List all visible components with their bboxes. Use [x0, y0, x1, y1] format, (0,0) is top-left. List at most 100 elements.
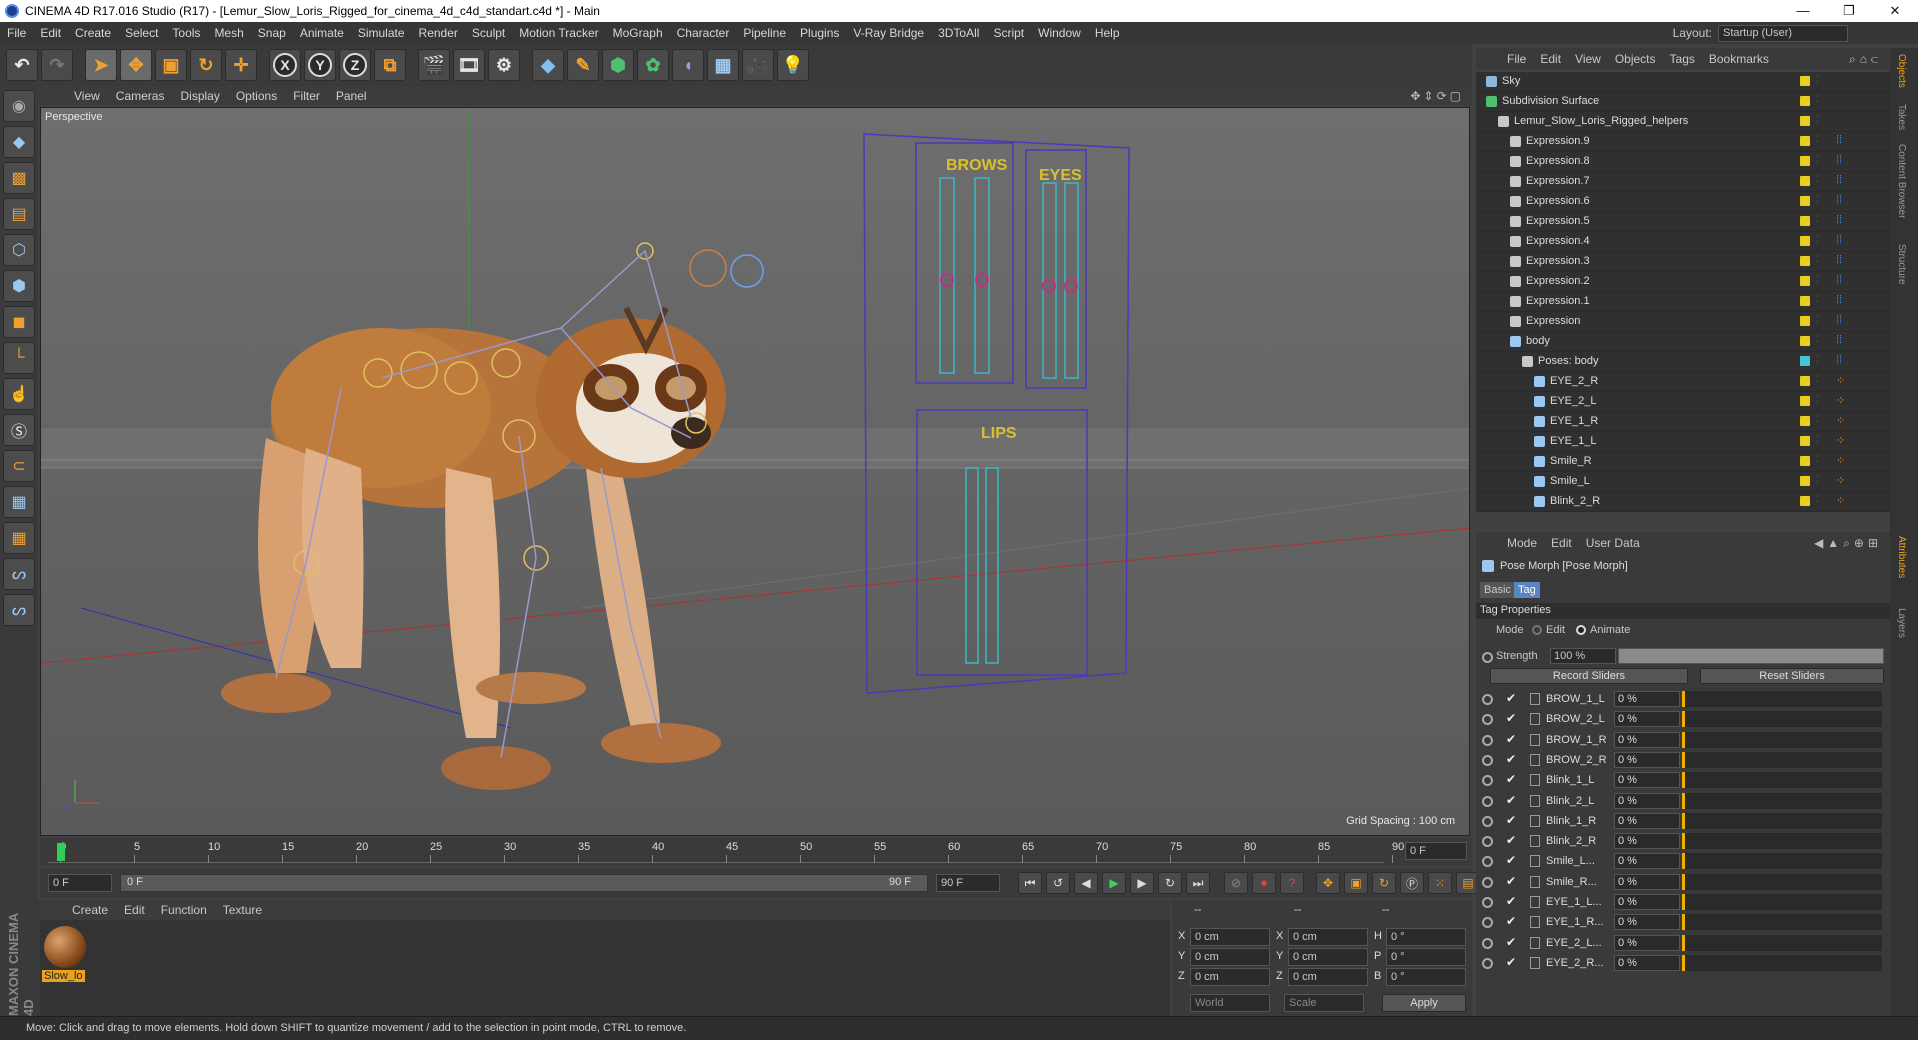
visibility-toggle-icon[interactable]: ⁚ [1816, 254, 1819, 265]
visibility-toggle-icon[interactable]: ⁚ [1816, 174, 1819, 185]
morph-strength-field[interactable]: 0 % [1614, 812, 1680, 829]
joint-tag-icon[interactable]: ⁘ [1836, 434, 1845, 447]
subdivision-surface-icon[interactable]: ⬢ [602, 49, 634, 81]
attribute-menu-user-data[interactable]: User Data [1579, 536, 1647, 550]
object-name[interactable]: Blink_2_R [1550, 495, 1600, 507]
visibility-toggle-icon[interactable]: ⁚ [1816, 214, 1819, 225]
camera-object-icon[interactable]: 🎥 [742, 49, 774, 81]
xpresso-tag-icon[interactable]: ⁞⁞ [1836, 134, 1842, 146]
layer-color-icon[interactable] [1800, 376, 1810, 386]
visibility-toggle-icon[interactable]: ⁚ [1816, 274, 1819, 285]
object-tree-row[interactable]: Sky ⁚ [1476, 72, 1890, 92]
previous-key-icon[interactable]: ↺ [1046, 872, 1070, 894]
layer-color-icon[interactable] [1800, 336, 1810, 346]
xpresso-tag-icon[interactable]: ⁞⁞ [1836, 174, 1842, 186]
visibility-toggle-icon[interactable]: ⁚ [1816, 334, 1819, 345]
scale-key-icon[interactable]: ▣ [1344, 872, 1368, 894]
menu-character[interactable]: Character [670, 26, 737, 40]
object-tree-row[interactable]: Expression.1 ⁚ ⁞⁞ [1476, 292, 1890, 312]
timeline-ruler[interactable]: 0 5 10 15 20 25 30 35 40 45 50 55 60 65 … [40, 838, 1472, 866]
object-name[interactable]: Expression [1526, 315, 1580, 327]
mode-animate-radio[interactable] [1576, 625, 1586, 635]
morph-strength-field[interactable]: 0 % [1614, 833, 1680, 850]
tab-attributes[interactable]: Attributes [1896, 536, 1907, 578]
animation-radio[interactable] [1482, 775, 1493, 787]
object-name[interactable]: Subdivision Surface [1502, 95, 1599, 107]
morph-strength-field[interactable]: 0 % [1614, 914, 1680, 931]
position-key-icon[interactable]: ✥ [1316, 872, 1340, 894]
layer-color-icon[interactable] [1800, 436, 1810, 446]
object-tree-row[interactable]: Expression.7 ⁚ ⁞⁞ [1476, 172, 1890, 192]
morph-strength-slider[interactable] [1682, 853, 1882, 870]
layer-color-icon[interactable] [1800, 136, 1810, 146]
python-script-2-icon[interactable]: ᔕ [3, 594, 35, 626]
layer-color-icon[interactable] [1800, 176, 1810, 186]
minimize-button[interactable]: — [1780, 3, 1826, 19]
layer-color-icon[interactable] [1800, 296, 1810, 306]
object-tree-row[interactable]: Subdivision Surface ⁚ [1476, 92, 1890, 112]
material-menu-edit[interactable]: Edit [116, 903, 153, 917]
menu-select[interactable]: Select [118, 26, 165, 40]
morph-strength-slider[interactable] [1682, 914, 1882, 931]
object-tree-row[interactable]: Poses: body ⁚ ⁞⁞ [1476, 352, 1890, 372]
axis-mode-icon[interactable]: └ [3, 342, 35, 374]
joint-tag-icon[interactable]: ⁘ [1836, 454, 1845, 467]
z-axis-lock-button[interactable]: Z [339, 49, 371, 81]
xpresso-tag-icon[interactable]: ⁞⁞ [1836, 234, 1842, 246]
enable-checkbox[interactable]: ✔ [1506, 752, 1516, 766]
object-tree-row[interactable]: EYE_2_R ⁚ ⁘ [1476, 372, 1890, 392]
object-menu-file[interactable]: File [1500, 52, 1533, 66]
enable-checkbox[interactable]: ✔ [1506, 793, 1516, 807]
enable-checkbox[interactable]: ✔ [1506, 711, 1516, 725]
morph-slider-row[interactable]: ✔ Blink_2_L 0 % [1476, 792, 1890, 811]
menu-create[interactable]: Create [68, 26, 118, 40]
recent-tools-icon[interactable]: ✛ [225, 49, 257, 81]
layer-color-icon[interactable] [1800, 396, 1810, 406]
object-tree-row[interactable]: Expression.8 ⁚ ⁞⁞ [1476, 152, 1890, 172]
record-active-icon[interactable]: ⊘ [1224, 872, 1248, 894]
xpresso-tag-icon[interactable]: ⁞⁞ [1836, 314, 1842, 326]
layer-color-icon[interactable] [1800, 496, 1810, 506]
quantize-icon[interactable]: ▦ [3, 522, 35, 554]
point-level-animation-icon[interactable]: ⁙ [1428, 872, 1452, 894]
render-view-icon[interactable]: 🎬 [418, 49, 450, 81]
viewport-menu-view[interactable]: View [66, 89, 108, 103]
rotation-b-field[interactable]: 0 ° [1386, 968, 1466, 986]
morph-slider-row[interactable]: ✔ EYE_1_R... 0 % [1476, 913, 1890, 932]
animation-radio[interactable] [1482, 694, 1493, 705]
enable-checkbox[interactable]: ✔ [1506, 691, 1516, 705]
object-tree-row[interactable]: Expression.5 ⁚ ⁞⁞ [1476, 212, 1890, 232]
position-y-field[interactable]: 0 cm [1190, 948, 1270, 966]
object-tree-row[interactable]: Lemur_Slow_Loris_Rigged_helpers ⁚ [1476, 112, 1890, 132]
morph-slider-row[interactable]: ✔ EYE_1_L... 0 % [1476, 893, 1890, 912]
rotate-tool-icon[interactable]: ↻ [190, 49, 222, 81]
morph-strength-slider[interactable] [1682, 731, 1882, 748]
visibility-toggle-icon[interactable]: ⁚ [1816, 134, 1819, 145]
rotation-key-icon[interactable]: ↻ [1372, 872, 1396, 894]
enable-checkbox[interactable]: ✔ [1506, 813, 1516, 827]
render-picture-viewer-icon[interactable]: 🎞 [453, 49, 485, 81]
layer-color-icon[interactable] [1800, 476, 1810, 486]
apply-button[interactable]: Apply [1382, 994, 1466, 1012]
morph-strength-slider[interactable] [1682, 954, 1882, 971]
undo-icon[interactable]: ↶ [6, 49, 38, 81]
menu-animate[interactable]: Animate [293, 26, 351, 40]
menu-help[interactable]: Help [1088, 26, 1127, 40]
size-z-field[interactable]: 0 cm [1288, 968, 1368, 986]
start-frame-field[interactable]: 0 F [48, 874, 112, 892]
layer-color-icon[interactable] [1800, 356, 1810, 366]
enable-checkbox[interactable]: ✔ [1506, 955, 1516, 969]
enable-checkbox[interactable]: ✔ [1506, 853, 1516, 867]
cube-object-icon[interactable]: ◆ [532, 49, 564, 81]
morph-strength-slider[interactable] [1682, 873, 1882, 890]
morph-strength-field[interactable]: 0 % [1614, 954, 1680, 971]
animation-radio[interactable] [1482, 795, 1493, 807]
morph-slider-row[interactable]: ✔ Blink_1_L 0 % [1476, 771, 1890, 790]
enable-checkbox[interactable]: ✔ [1506, 935, 1516, 949]
reset-sliders-button[interactable]: Reset Sliders [1700, 668, 1884, 684]
size-mode-select[interactable]: Scale [1284, 994, 1364, 1012]
animation-radio[interactable] [1482, 957, 1493, 969]
layer-color-icon[interactable] [1800, 456, 1810, 466]
workplane-mode-icon[interactable]: ▤ [3, 198, 35, 230]
next-frame-icon[interactable]: ▶ [1130, 872, 1154, 894]
